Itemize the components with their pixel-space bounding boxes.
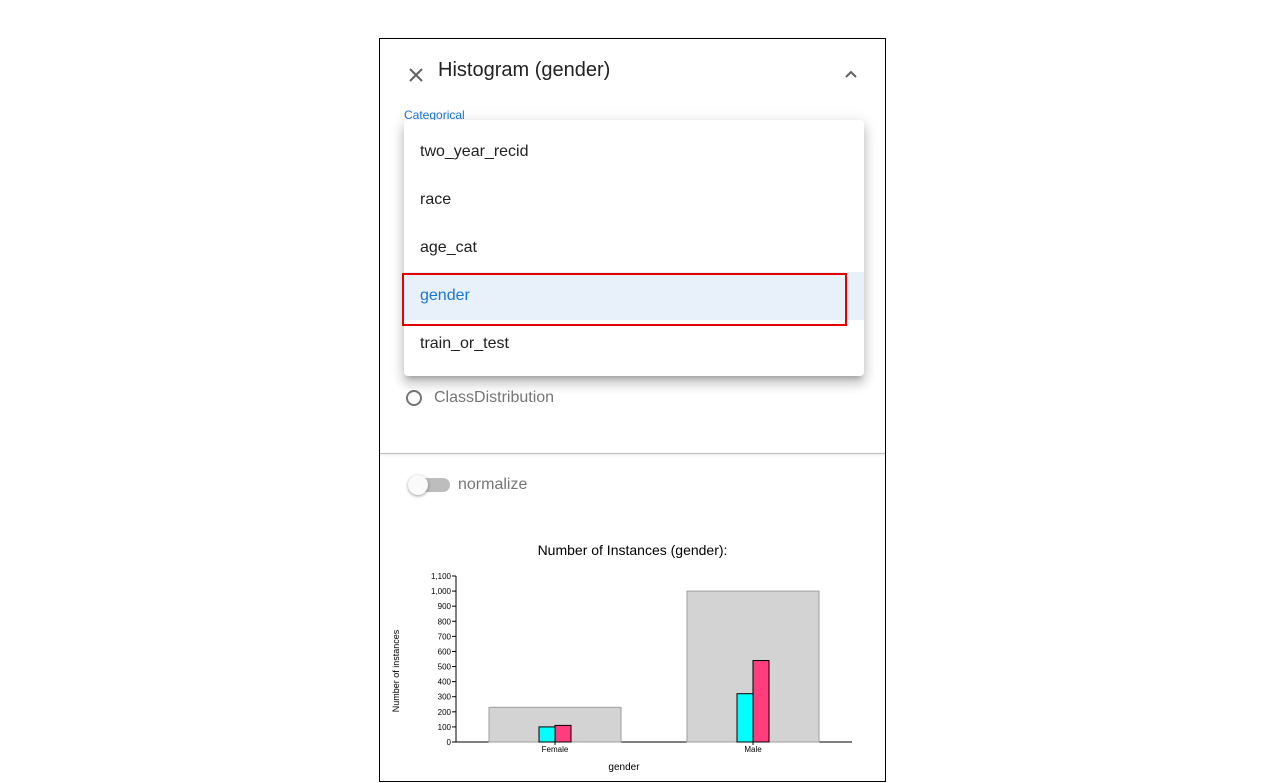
bar-class-0-male [736,693,754,743]
y-tick-label: 800 [438,617,452,626]
close-icon [409,68,423,82]
x-axis-title: gender [608,762,640,773]
menu-item-two-year-recid[interactable]: two_year_recid [404,128,864,176]
y-tick-label: 0 [447,738,452,747]
panel-title: Histogram (gender) [438,59,611,81]
y-tick-label: 900 [438,602,452,611]
menu-item-gender[interactable]: gender [404,272,864,320]
close-button[interactable] [404,63,428,87]
radio-circle[interactable] [406,390,422,406]
column-select-menu[interactable]: two_year_recid race age_cat gender train_or_… [404,120,864,376]
menu-item-age-cat[interactable]: age_cat [404,224,864,272]
menu-item-race[interactable]: race [404,176,864,224]
y-tick-label: 100 [438,723,452,732]
y-tick-label: 400 [438,678,452,687]
y-tick-label: 500 [438,663,452,672]
collapse-button[interactable] [840,63,862,85]
bar-class-1-male [752,660,770,743]
x-tick-label: Female [542,745,569,754]
chart-title: Number of Instances (gender): [537,542,728,558]
menu-item-train-or-test[interactable]: train_or_test [404,320,864,368]
y-tick-label: 600 [438,647,452,656]
radio-label: ClassDistribution [434,389,555,406]
toggle-track[interactable] [408,475,450,495]
chevron-up-icon [845,70,857,78]
class-distribution-radio[interactable]: ClassDistribution [404,389,554,407]
y-tick-label: 700 [438,632,452,641]
histogram-chart: 0 100 200 300 400 500 600 700 800 900 1,000 1,100 Fe… [391,572,852,773]
bar-class-1-female [554,724,572,743]
toggle-thumb[interactable] [408,475,428,495]
y-tick-label: 1,000 [431,587,452,596]
normalize-toggle[interactable]: normalize [408,475,528,495]
divider [380,453,885,454]
x-tick-label: Male [744,745,762,754]
y-axis-title: Number of instances [391,629,401,712]
y-tick-label: 1,100 [431,572,452,581]
bar-class-0-female [538,726,556,743]
toggle-label: normalize [458,476,528,493]
y-tick-label: 300 [438,693,452,702]
y-tick-label: 200 [438,708,452,717]
